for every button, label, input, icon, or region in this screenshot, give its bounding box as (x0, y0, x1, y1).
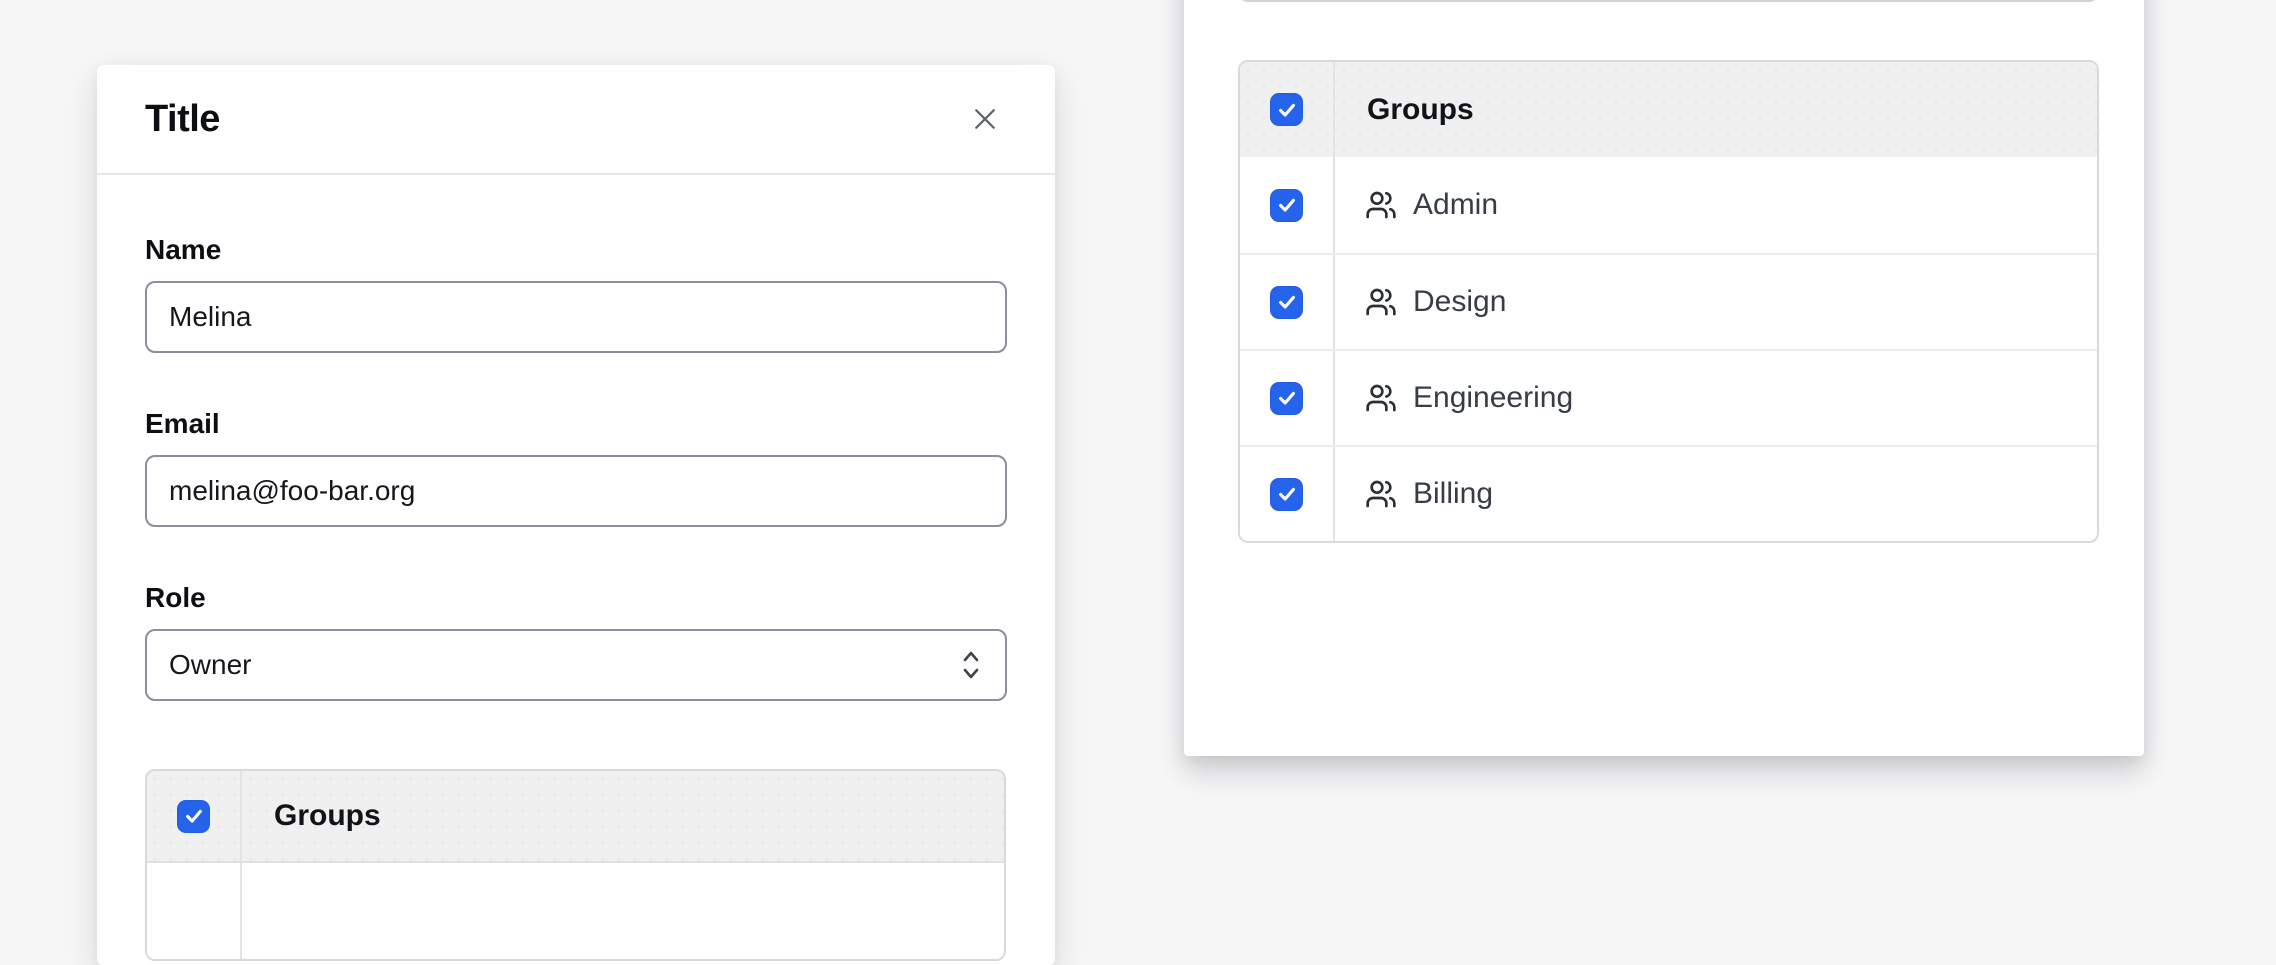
row-checkbox-cell (1240, 447, 1335, 541)
row-checkbox[interactable] (1270, 382, 1303, 415)
name-input[interactable] (145, 281, 1007, 353)
check-icon (1276, 291, 1298, 313)
check-icon (1276, 99, 1298, 121)
row-checkbox-cell (1240, 157, 1335, 253)
panel-groups-table: Groups (1238, 60, 2099, 543)
group-name: Engineering (1413, 381, 1573, 415)
table-row: Billing (1240, 445, 2097, 541)
row-checkbox[interactable] (1270, 189, 1303, 222)
role-select[interactable]: Owner (145, 629, 1007, 701)
cutoff-field-bottom-edge (1238, 0, 2099, 2)
role-field-group: Role Owner (145, 581, 1007, 701)
panel-groups-table-header: Groups (1240, 62, 2097, 157)
row-checkbox[interactable] (1270, 286, 1303, 319)
users-icon (1365, 382, 1397, 414)
groups-column-header: Groups (1367, 93, 1474, 127)
check-icon (1276, 387, 1298, 409)
users-icon (1365, 286, 1397, 318)
modal-body: Name Email Role Owner (97, 175, 1055, 961)
row-checkbox[interactable] (1270, 478, 1303, 511)
group-name: Design (1413, 285, 1506, 319)
edit-user-modal: Title Name Email Role Owner (97, 65, 1055, 965)
role-label: Role (145, 581, 1007, 615)
groups-panel: Groups (1184, 0, 2144, 756)
check-icon (1276, 483, 1298, 505)
row-checkbox-cell (147, 863, 242, 959)
table-row-partial (147, 863, 1004, 959)
role-select-value: Owner (169, 649, 251, 681)
header-checkbox-cell (1240, 62, 1335, 157)
modal-groups-table: Groups (145, 769, 1006, 961)
close-button[interactable] (963, 97, 1007, 141)
row-checkbox-cell (1240, 351, 1335, 445)
group-name: Billing (1413, 477, 1493, 511)
modal-groups-table-header: Groups (147, 771, 1004, 863)
table-row: Engineering (1240, 349, 2097, 445)
header-checkbox-cell (147, 771, 242, 861)
chevron-up-down-icon (959, 647, 983, 683)
email-input[interactable] (145, 455, 1007, 527)
row-checkbox-cell (1240, 255, 1335, 349)
table-row: Design (1240, 253, 2097, 349)
close-icon (970, 104, 1000, 134)
users-icon (1365, 189, 1397, 221)
modal-header: Title (97, 65, 1055, 175)
groups-column-header: Groups (274, 799, 381, 833)
email-field-group: Email (145, 407, 1007, 527)
select-all-checkbox[interactable] (1270, 93, 1303, 126)
group-name: Admin (1413, 188, 1498, 222)
check-icon (183, 805, 205, 827)
users-icon (1365, 478, 1397, 510)
select-all-checkbox[interactable] (177, 800, 210, 833)
email-label: Email (145, 407, 1007, 441)
name-label: Name (145, 233, 1007, 267)
check-icon (1276, 194, 1298, 216)
modal-title: Title (145, 98, 220, 141)
table-row: Admin (1240, 157, 2097, 253)
name-field-group: Name (145, 233, 1007, 353)
